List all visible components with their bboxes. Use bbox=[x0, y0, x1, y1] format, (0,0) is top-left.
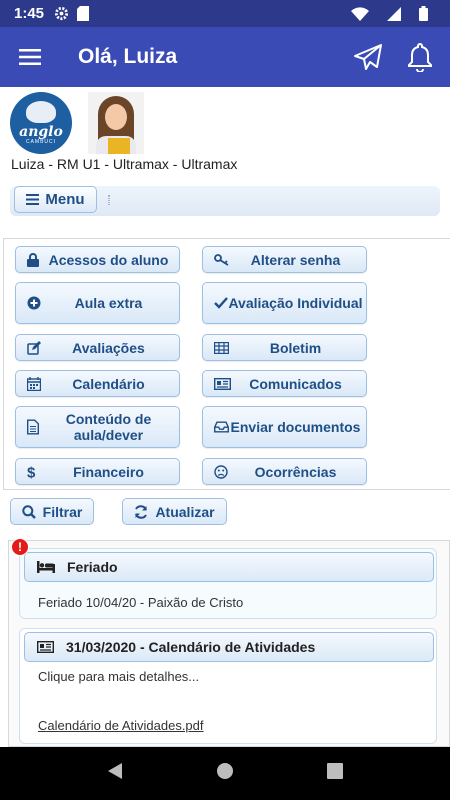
lock-icon bbox=[27, 252, 39, 267]
status-time: 1:45 bbox=[14, 5, 45, 22]
ocorrencias-button[interactable]: Ocorrências bbox=[202, 458, 367, 485]
feed-item-title: Feriado bbox=[67, 559, 118, 575]
calendario-button[interactable]: Calendário bbox=[15, 370, 180, 397]
inbox-tray-icon bbox=[214, 421, 229, 433]
student-info: Luiza - RM U1 - Ultramax - Ultramax bbox=[11, 156, 238, 172]
menu-grip-handle bbox=[108, 195, 110, 205]
app-bar: Olá, Luiza bbox=[0, 27, 450, 87]
lion-emblem-icon bbox=[26, 101, 56, 123]
alert-badge: ! bbox=[11, 538, 29, 556]
menu-bar: Menu bbox=[10, 186, 440, 216]
acessos-do-aluno-button[interactable]: Acessos do aluno bbox=[15, 246, 180, 273]
logo-brand: anglo bbox=[19, 124, 63, 140]
actions-panel: Acessos do aluno Alterar senha Aula extr… bbox=[3, 238, 450, 490]
feed-toolbar: Filtrar Atualizar bbox=[0, 490, 450, 540]
feed-list: Feriado Feriado 10/04/20 - Paixão de Cri… bbox=[8, 538, 450, 747]
svg-text:$: $ bbox=[27, 464, 36, 479]
back-icon[interactable] bbox=[107, 762, 123, 785]
feed-item-header[interactable]: 31/03/2020 - Calendário de Atividades bbox=[24, 632, 434, 662]
sd-card-icon bbox=[77, 6, 90, 21]
school-logo: anglo CAMBUCI bbox=[10, 92, 72, 154]
alterar-senha-button[interactable]: Alterar senha bbox=[202, 246, 367, 273]
home-icon[interactable] bbox=[217, 763, 233, 784]
search-icon bbox=[21, 504, 36, 519]
status-bar: 1:45 bbox=[0, 0, 450, 27]
recents-icon[interactable] bbox=[327, 763, 343, 784]
plus-circle-icon bbox=[27, 296, 41, 310]
filtrar-button[interactable]: Filtrar bbox=[10, 498, 94, 525]
avaliacao-individual-button[interactable]: Avaliação Individual bbox=[202, 282, 367, 324]
send-message-icon[interactable] bbox=[342, 27, 394, 87]
aula-extra-button[interactable]: Aula extra bbox=[15, 282, 180, 324]
calendar-icon bbox=[27, 376, 41, 391]
logo-subtext: CAMBUCI bbox=[25, 139, 57, 145]
check-icon bbox=[214, 297, 228, 309]
feed-item-header[interactable]: Feriado bbox=[24, 552, 434, 582]
battery-icon bbox=[419, 6, 428, 21]
edit-icon bbox=[27, 340, 41, 355]
settings-gear-icon bbox=[54, 6, 69, 21]
comunicados-button[interactable]: Comunicados bbox=[202, 370, 367, 397]
hamburger-menu-icon[interactable] bbox=[0, 27, 60, 87]
atualizar-button[interactable]: Atualizar bbox=[122, 498, 227, 525]
bed-icon bbox=[37, 561, 55, 573]
table-icon bbox=[214, 341, 229, 354]
boletim-button[interactable]: Boletim bbox=[202, 334, 367, 361]
profile-section: anglo CAMBUCI Luiza - RM U1 - Ultramax -… bbox=[0, 87, 450, 227]
conteudo-aula-dever-button[interactable]: Conteúdo de aula/dever bbox=[15, 406, 180, 448]
newspaper-icon bbox=[214, 377, 231, 390]
menu-button-label: Menu bbox=[45, 191, 85, 208]
notifications-bell-icon[interactable] bbox=[394, 27, 446, 87]
avaliacoes-button[interactable]: Avaliações bbox=[15, 334, 180, 361]
enviar-documentos-button[interactable]: Enviar documentos bbox=[202, 406, 367, 448]
refresh-icon bbox=[135, 504, 148, 519]
document-icon bbox=[27, 419, 39, 435]
newspaper-icon bbox=[37, 641, 54, 653]
frown-face-icon bbox=[214, 464, 228, 479]
attachment-link[interactable]: Calendário de Atividades.pdf bbox=[38, 718, 204, 733]
feed-item[interactable]: Feriado Feriado 10/04/20 - Paixão de Cri… bbox=[19, 548, 437, 619]
menu-button[interactable]: Menu bbox=[14, 186, 97, 213]
feed-item-text: Feriado 10/04/20 - Paixão de Cristo bbox=[38, 595, 244, 610]
menu-list-icon bbox=[26, 194, 40, 205]
system-nav-bar bbox=[0, 747, 450, 800]
key-icon bbox=[214, 253, 230, 266]
financeiro-button[interactable]: $ Financeiro bbox=[15, 458, 180, 485]
feed-item-text: Clique para mais detalhes... bbox=[38, 669, 200, 684]
dollar-icon: $ bbox=[27, 464, 37, 479]
student-avatar bbox=[88, 92, 144, 154]
feed-item-title: 31/03/2020 - Calendário de Atividades bbox=[66, 639, 316, 655]
page-title: Olá, Luiza bbox=[78, 45, 178, 68]
signal-icon bbox=[387, 6, 401, 21]
wifi-icon bbox=[351, 6, 369, 21]
feed-item[interactable]: 31/03/2020 - Calendário de Atividades Cl… bbox=[19, 628, 437, 744]
